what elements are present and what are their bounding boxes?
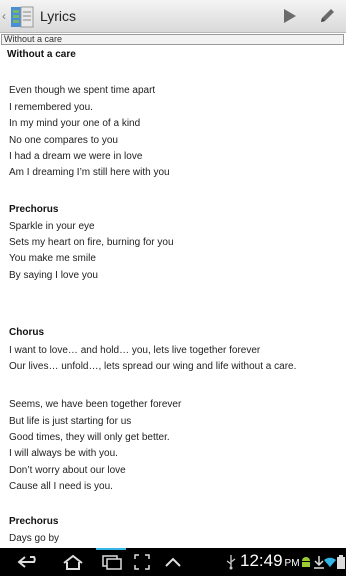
lyric-line: I want to love… and hold… you, lets live… xyxy=(9,345,261,356)
lyric-line: By saying I love you xyxy=(9,270,98,281)
lyric-line: Our lives… unfold…, lets spread our wing… xyxy=(9,361,297,372)
lyric-line: Good times, they will only get better. xyxy=(9,432,170,443)
play-button[interactable] xyxy=(278,5,302,27)
menu-up-button[interactable] xyxy=(162,552,184,572)
section-heading: Prechorus xyxy=(9,516,59,527)
nav-focus-indicator xyxy=(96,548,126,550)
lyric-line: You make me smile xyxy=(9,253,96,264)
lyric-line: I will always be with you. xyxy=(9,448,118,459)
lyric-line: Am I dreaming I’m still here with you xyxy=(9,167,170,178)
edit-button[interactable] xyxy=(316,5,338,27)
lyric-line: Sparkle in your eye xyxy=(9,221,95,232)
back-icon xyxy=(17,556,36,568)
song-title-field[interactable]: Without a care xyxy=(1,34,344,45)
lyric-line: I remembered you. xyxy=(9,102,93,113)
lyric-line: Days go by xyxy=(9,533,60,544)
clock-ampm: PM xyxy=(284,558,300,569)
lyrics-view[interactable]: Without a care Even though we spent time… xyxy=(0,46,346,548)
usb-status xyxy=(224,552,238,572)
battery-status xyxy=(336,552,345,572)
lyric-line: Don’t worry about our love xyxy=(9,465,126,476)
app-logo-icon[interactable] xyxy=(9,4,35,30)
lyric-line: Seems, we have been together forever xyxy=(9,399,182,410)
play-icon xyxy=(284,9,296,23)
song-title: Without a care xyxy=(7,49,76,60)
lyric-line: But life is just starting for us xyxy=(9,416,132,427)
home-icon xyxy=(63,554,83,570)
battery-icon xyxy=(336,555,345,569)
status-clock[interactable]: 12:49 PM xyxy=(240,551,300,571)
lyric-line: In my mind your one of a kind xyxy=(9,118,141,129)
screenshot-icon xyxy=(134,554,150,570)
back-button[interactable] xyxy=(16,552,44,572)
android-status xyxy=(300,552,312,572)
android-icon xyxy=(302,557,310,567)
home-button[interactable] xyxy=(60,552,86,572)
lyric-line: Even though we spent time apart xyxy=(9,85,156,96)
lyric-line: Sets my heart on fire, burning for you xyxy=(9,237,174,248)
app-title: Lyrics xyxy=(40,8,77,24)
wifi-icon xyxy=(324,557,336,567)
action-bar: ‹ Lyrics xyxy=(0,0,346,33)
lyric-line: Cause all I need is you. xyxy=(9,481,113,492)
section-heading: Chorus xyxy=(9,327,44,338)
pencil-icon xyxy=(321,9,334,22)
section-heading: Prechorus xyxy=(9,204,59,215)
lyric-line: No one compares to you xyxy=(9,135,118,146)
usb-icon xyxy=(226,555,236,570)
wifi-status xyxy=(324,552,336,572)
up-chevron-icon xyxy=(165,557,181,567)
clock-time: 12:49 xyxy=(240,551,283,570)
lyric-line: I had a dream we were in love xyxy=(9,151,143,162)
recent-apps-button[interactable] xyxy=(99,552,125,572)
recent-apps-icon xyxy=(102,555,122,570)
screenshot-button[interactable] xyxy=(131,552,153,572)
